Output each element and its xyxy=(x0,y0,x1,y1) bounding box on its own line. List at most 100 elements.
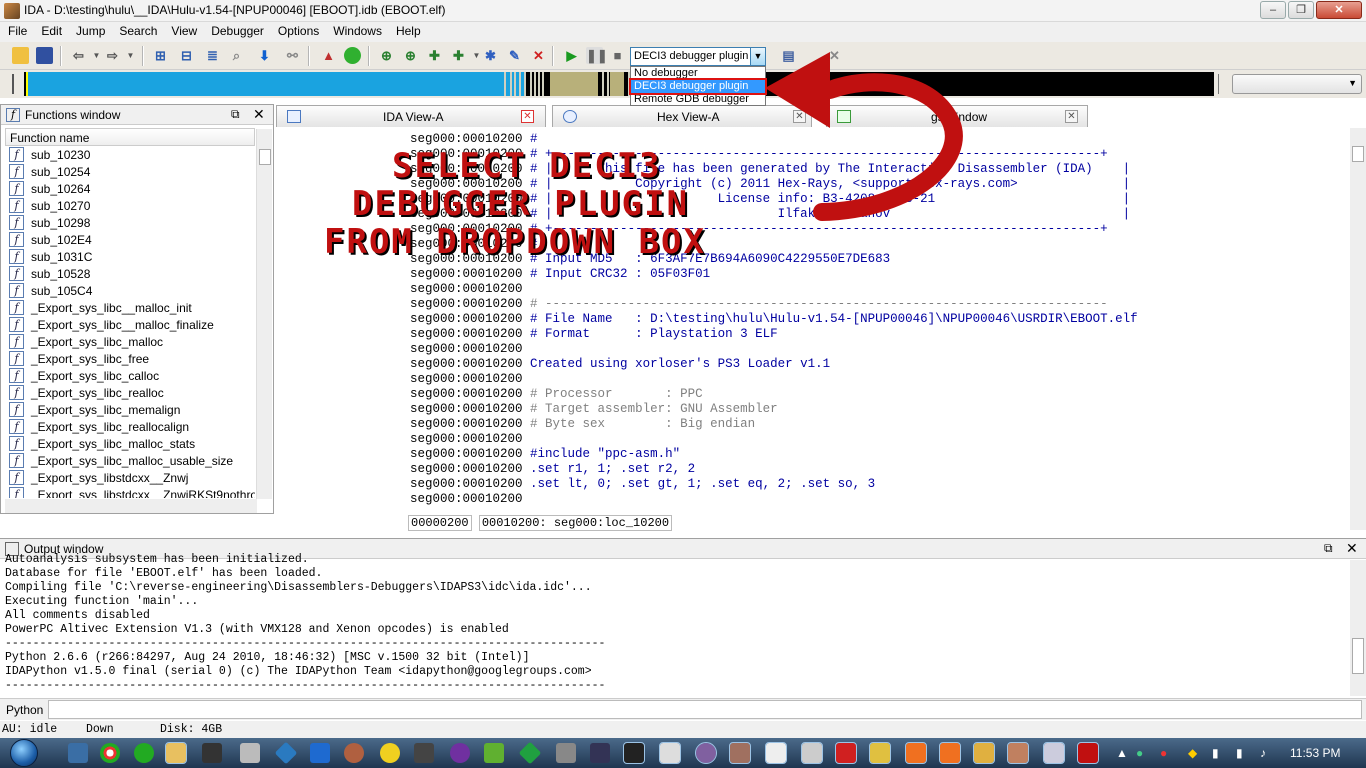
disassembly-vertical-scrollbar[interactable] xyxy=(1350,128,1366,530)
option-remote-gdb[interactable]: Remote GDB debugger xyxy=(631,93,765,106)
menu-windows[interactable]: Windows xyxy=(325,22,388,38)
edit-icon[interactable]: ✎ xyxy=(506,47,523,64)
menu-edit[interactable]: Edit xyxy=(33,22,68,38)
save-icon[interactable] xyxy=(36,47,53,64)
back-dropdown-icon[interactable]: ▼ xyxy=(88,47,105,64)
list-item[interactable]: f sub_10230 xyxy=(5,146,255,163)
menu-view[interactable]: View xyxy=(163,22,203,38)
disasm-line[interactable]: seg000:00010200 # xyxy=(410,132,538,147)
signal-tray-icon[interactable]: ▮ xyxy=(1236,746,1243,760)
disasm-line[interactable]: seg000:00010200 xyxy=(410,342,530,357)
close-button[interactable]: ✕ xyxy=(1316,1,1362,19)
disasm-line[interactable]: seg000:00010200 xyxy=(410,282,530,297)
yellow-tool-icon[interactable] xyxy=(973,742,995,764)
option-deci3-debugger[interactable]: DECI3 debugger plugin xyxy=(629,78,767,95)
gmail-tray-icon[interactable]: ● xyxy=(1160,746,1167,760)
disasm-line[interactable]: seg000:00010200 #include "ppc-asm.h" xyxy=(410,447,680,462)
image-app-icon[interactable] xyxy=(1007,742,1029,764)
explorer-icon[interactable] xyxy=(165,742,187,764)
green-diamond-icon[interactable] xyxy=(518,741,542,765)
device-tray-icon[interactable]: ▮ xyxy=(1212,746,1219,760)
security-tray-icon[interactable]: ◆ xyxy=(1188,746,1197,760)
option-no-debugger[interactable]: No debugger xyxy=(631,67,765,80)
list-item[interactable]: f _Export_sys_libc_malloc_stats xyxy=(5,435,255,452)
add-comment-icon[interactable]: ✚ xyxy=(450,47,467,64)
disasm-line[interactable]: seg000:00010200 # File Name : D:\testing… xyxy=(410,312,1138,327)
menu-jump[interactable]: Jump xyxy=(68,22,111,38)
disasm-line[interactable]: seg000:00010200 xyxy=(410,372,530,387)
media-app-icon[interactable] xyxy=(695,742,717,764)
disasm-line[interactable]: seg000:00010200 # Target assembler: GNU … xyxy=(410,402,778,417)
nav-band-handle[interactable] xyxy=(12,74,18,94)
ie-icon[interactable] xyxy=(68,743,88,763)
scroll-thumb[interactable] xyxy=(259,149,271,165)
list-item[interactable]: f _Export_sys_libc_realloc xyxy=(5,384,255,401)
close-tab-icon[interactable]: ✕ xyxy=(1065,110,1078,123)
list-item[interactable]: f sub_1031C xyxy=(5,248,255,265)
device-app-icon[interactable] xyxy=(623,742,645,764)
bug-app-icon[interactable] xyxy=(414,743,434,763)
python-label[interactable]: Python xyxy=(6,703,43,717)
run-green-icon[interactable] xyxy=(344,47,361,64)
list-item[interactable]: f _Export_sys_libc__malloc_init xyxy=(5,299,255,316)
cmd-icon[interactable] xyxy=(202,743,222,763)
open-icon[interactable] xyxy=(12,47,29,64)
orange-app-icon[interactable] xyxy=(905,742,927,764)
disasm-line[interactable]: seg000:00010200 # Processor : PPC xyxy=(410,387,703,402)
pdf-icon[interactable] xyxy=(1077,742,1099,764)
ida-taskbar-icon[interactable] xyxy=(659,742,681,764)
chrome-icon[interactable] xyxy=(100,743,120,763)
clock[interactable]: 11:53 PM xyxy=(1290,746,1340,760)
create-segment-icon[interactable]: ⊕ xyxy=(378,47,395,64)
scroll-thumb[interactable] xyxy=(1352,146,1364,162)
messenger-icon[interactable] xyxy=(134,743,154,763)
list-names-icon[interactable]: ⊞ xyxy=(152,47,169,64)
list-item[interactable]: f _Export_sys_libc_calloc xyxy=(5,367,255,384)
nav-band-splitter[interactable] xyxy=(1218,74,1226,94)
photo-viewer-icon[interactable] xyxy=(729,742,751,764)
forward-dropdown-icon[interactable]: ▼ xyxy=(122,47,139,64)
disasm-line[interactable]: seg000:00010200 # ----------------------… xyxy=(410,297,1108,312)
tool-app-icon[interactable] xyxy=(556,743,576,763)
calculator-icon[interactable] xyxy=(1043,742,1065,764)
list-functions-icon[interactable]: ⊟ xyxy=(178,47,195,64)
purple-app-icon[interactable] xyxy=(450,743,470,763)
start-button[interactable] xyxy=(4,738,44,768)
float-window-icon[interactable]: ⧉ xyxy=(231,107,240,122)
printer-icon[interactable] xyxy=(240,743,260,763)
jump-down-icon[interactable]: ⬇ xyxy=(256,47,273,64)
close-tab-icon[interactable]: ✕ xyxy=(521,110,534,123)
maximize-button[interactable]: ❐ xyxy=(1288,1,1314,19)
list-item[interactable]: f sub_10528 xyxy=(5,265,255,282)
notepad-icon[interactable] xyxy=(765,742,787,764)
disasm-line[interactable]: seg000:00010200 .set lt, 0; .set gt, 1; … xyxy=(410,477,875,492)
infinity-app-icon[interactable] xyxy=(590,743,610,763)
tab-ida-view[interactable]: IDA View-A ✕ xyxy=(276,105,546,127)
android-icon[interactable] xyxy=(484,743,504,763)
disasm-line[interactable]: seg000:00010200 # Input CRC32 : 05F03F01 xyxy=(410,267,710,282)
close-output-icon[interactable]: ✕ xyxy=(1346,540,1358,557)
list-item[interactable]: f sub_10270 xyxy=(5,197,255,214)
list-item[interactable]: f _Export_sys_libc_malloc xyxy=(5,333,255,350)
start-process-icon[interactable]: ▶ xyxy=(563,47,580,64)
menu-file[interactable]: File xyxy=(0,22,33,38)
delete-icon[interactable]: ✕ xyxy=(530,47,547,64)
add-structure-icon[interactable]: ⊕ xyxy=(402,47,419,64)
search-binary-icon[interactable]: ⌕ xyxy=(228,47,245,64)
terminate-process-icon[interactable]: ■ xyxy=(609,47,626,64)
menu-debugger[interactable]: Debugger xyxy=(203,22,270,38)
menu-search[interactable]: Search xyxy=(111,22,163,38)
minimize-button[interactable]: – xyxy=(1260,1,1286,19)
list-item[interactable]: f _Export_sys_libc__malloc_finalize xyxy=(5,316,255,333)
volume-icon[interactable]: ♪ xyxy=(1260,746,1266,760)
folder-app-icon[interactable] xyxy=(869,742,891,764)
debugger-select[interactable]: DECI3 debugger plugin ▼ xyxy=(630,47,766,66)
window-app-icon[interactable] xyxy=(801,742,823,764)
pause-process-icon[interactable]: ❚❚ xyxy=(586,47,608,64)
python-command-input[interactable] xyxy=(48,700,1362,719)
scroll-thumb[interactable] xyxy=(1352,638,1364,674)
diamond-app-icon[interactable] xyxy=(274,741,298,765)
list-item[interactable]: f sub_10298 xyxy=(5,214,255,231)
segment-select[interactable]: ▼ xyxy=(1232,74,1362,94)
close-functions-icon[interactable]: ✕ xyxy=(253,106,265,123)
